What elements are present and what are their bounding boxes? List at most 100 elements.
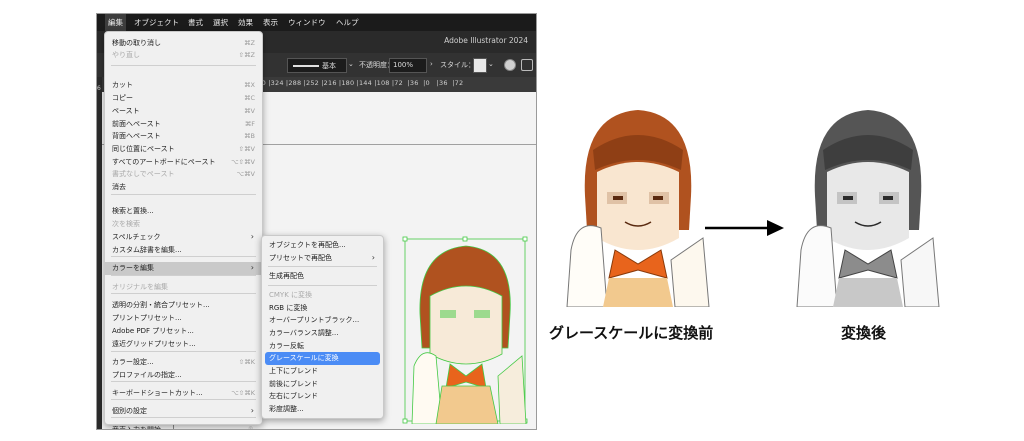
submenu-item-label: グレースケールに変換 (269, 354, 339, 362)
menu-item-label: コピー (112, 94, 133, 102)
chevron-right-icon: › (250, 232, 254, 241)
submenu-item-blend-vertically[interactable]: 上下にブレンド (262, 365, 383, 378)
stroke-style-select[interactable]: 基本 (287, 58, 347, 73)
menu-item-perspective-grid-presets[interactable]: 遠近グリッドプリセット... (105, 338, 262, 351)
menu-item-label: 背面へペースト (112, 132, 161, 140)
menu-item-label: 移動の取り消し (112, 39, 161, 47)
menu-item-undo[interactable]: 移動の取り消し ⌘Z (105, 37, 262, 50)
submenu-item-saturate[interactable]: 彩度調整... (262, 403, 383, 416)
microphone-icon: 🎙 (246, 426, 255, 430)
edit-menu: 移動の取り消し ⌘Z やり直し ⇧⌘Z カット ⌘X コピー ⌘C ペースト ⌘V 前面へペースト ⌘… (104, 31, 263, 429)
opacity-field[interactable]: 100% (389, 58, 427, 73)
menu-item-find-and-replace[interactable]: 検索と置換... (105, 205, 262, 218)
menu-type[interactable]: 書式 (185, 14, 206, 31)
chevron-down-icon[interactable]: ⌄ (488, 60, 494, 68)
menu-separator (111, 65, 256, 66)
menu-separator (111, 417, 256, 418)
menu-item-shortcut: ⇧⌘K (238, 358, 255, 366)
submenu-item-label: 左右にブレンド (269, 392, 318, 400)
submenu-item-label: 上下にブレンド (269, 367, 318, 375)
menu-item-edit-custom-dictionary[interactable]: カスタム辞書を編集... (105, 244, 262, 257)
menu-item-shortcut: ⌘B (244, 132, 255, 140)
submenu-item-label: オブジェクトを再配色... (269, 241, 346, 249)
opacity-value: 100% (393, 61, 414, 69)
menu-item-cut[interactable]: カット ⌘X (105, 79, 262, 92)
submenu-item-adjust-color-balance[interactable]: カラーバランス調整... (262, 327, 383, 340)
menu-item-label: 個別の設定 (112, 407, 147, 415)
menu-item-shortcut: ⌘V (244, 107, 255, 115)
menu-item-paste[interactable]: ペースト ⌘V (105, 105, 262, 118)
menu-item-my-settings[interactable]: 個別の設定 › (105, 405, 262, 418)
menu-item-keyboard-shortcuts[interactable]: キーボードショートカット... ⌥⇧⌘K (105, 387, 262, 400)
menu-window[interactable]: ウィンドウ (285, 14, 329, 31)
menu-item-spelling[interactable]: スペルチェック › (105, 231, 262, 244)
menu-separator (268, 266, 377, 267)
submenu-item-convert-to-rgb[interactable]: RGB に変換 (262, 302, 383, 315)
menu-item-label: ペースト (112, 107, 140, 115)
menu-select[interactable]: 選択 (210, 14, 231, 31)
submenu-item-convert-to-cmyk: CMYK に変換 (262, 289, 383, 302)
chevron-down-icon[interactable]: ⌄ (348, 60, 354, 68)
menu-item-label: スペルチェック (112, 233, 161, 241)
menu-item-adobe-pdf-presets[interactable]: Adobe PDF プリセット... (105, 325, 262, 338)
submenu-item-recolor-artwork[interactable]: オブジェクトを再配色... (262, 239, 383, 252)
submenu-item-overprint-black[interactable]: オーバープリントブラック... (262, 314, 383, 327)
menu-bar: 編集 オブジェクト 書式 選択 効果 表示 ウィンドウ ヘルプ (97, 14, 536, 31)
app-title: Adobe Illustrator 2024 (444, 36, 528, 45)
menu-item-label: 同じ位置にペースト (112, 145, 175, 153)
style-label: スタイル： (440, 61, 475, 69)
menu-item-color-settings[interactable]: カラー設定... ⇧⌘K (105, 356, 262, 369)
menu-effect[interactable]: 効果 (235, 14, 256, 31)
menu-item-shortcut: ⌘X (244, 81, 255, 89)
submenu-item-recolor-with-preset[interactable]: プリセットで再配色 › (262, 252, 383, 265)
menu-item-find-next: 次を検索 (105, 218, 262, 231)
menu-object[interactable]: オブジェクト (131, 14, 182, 31)
menu-edit[interactable]: 編集 (105, 14, 126, 31)
menu-item-label: カラーを編集 (112, 264, 154, 272)
character-before-illustration (566, 110, 710, 307)
submenu-item-label: 生成再配色 (269, 272, 304, 280)
menu-item-paste-on-all-artboards[interactable]: すべてのアートボードにペースト ⌥⇧⌘V (105, 156, 262, 169)
menu-item-shortcut: ⌘F (244, 120, 255, 128)
selected-character-artwork[interactable] (402, 236, 530, 424)
menu-item-redo: やり直し ⇧⌘Z (105, 49, 262, 62)
menu-item-start-dictation[interactable]: 音声入力を開始... 🎙 (105, 424, 262, 430)
menu-item-edit-colors[interactable]: カラーを編集 › (105, 262, 262, 275)
submenu-item-label: CMYK に変換 (269, 291, 313, 299)
menu-item-label: カラー設定... (112, 358, 154, 366)
chevron-right-icon[interactable]: › (430, 60, 433, 68)
menu-item-transparency-flattener-presets[interactable]: 透明の分割・統合プリセット... (105, 299, 262, 312)
arrow-right-icon (705, 220, 784, 236)
submenu-item-label: プリセットで再配色 (269, 254, 332, 262)
menu-item-label: 透明の分割・統合プリセット... (112, 301, 210, 309)
menu-item-label: 音声入力を開始... (112, 426, 168, 430)
menu-help[interactable]: ヘルプ (333, 14, 362, 31)
submenu-item-blend-horizontally[interactable]: 左右にブレンド (262, 390, 383, 403)
menu-item-paste-in-back[interactable]: 背面へペースト ⌘B (105, 130, 262, 143)
submenu-item-blend-front-to-back[interactable]: 前後にブレンド (262, 378, 383, 391)
submenu-item-invert-colors[interactable]: カラー反転 (262, 340, 383, 353)
menu-item-paste-in-place[interactable]: 同じ位置にペースト ⇧⌘V (105, 143, 262, 156)
menu-item-label: プリントプリセット... (112, 314, 182, 322)
menu-item-shortcut: ⇧⌘Z (238, 51, 255, 59)
menu-item-paste-without-formatting: 書式なしでペースト ⌥⌘V (105, 168, 262, 181)
submenu-item-convert-to-grayscale[interactable]: グレースケールに変換 (265, 352, 380, 365)
menu-item-clear[interactable]: 消去 (105, 181, 262, 194)
menu-view[interactable]: 表示 (260, 14, 281, 31)
menu-item-label: Adobe PDF プリセット... (112, 327, 194, 335)
menu-item-label: すべてのアートボードにペースト (112, 158, 216, 166)
menu-item-assign-profile[interactable]: プロファイルの指定... (105, 369, 262, 382)
submenu-item-generative-recolor[interactable]: 生成再配色 (262, 270, 383, 283)
menu-item-label: 前面へペースト (112, 120, 161, 128)
menu-item-paste-in-front[interactable]: 前面へペースト ⌘F (105, 118, 262, 131)
recolor-icon[interactable] (504, 59, 516, 71)
style-swatch[interactable] (473, 58, 487, 73)
menu-separator (111, 381, 256, 382)
menu-item-label: プロファイルの指定... (112, 371, 182, 379)
menu-separator (111, 351, 256, 352)
document-setup-icon[interactable] (521, 59, 533, 71)
menu-item-print-presets[interactable]: プリントプリセット... (105, 312, 262, 325)
menu-item-label: 次を検索 (112, 220, 140, 228)
menu-item-copy[interactable]: コピー ⌘C (105, 92, 262, 105)
chevron-right-icon: › (250, 406, 254, 415)
